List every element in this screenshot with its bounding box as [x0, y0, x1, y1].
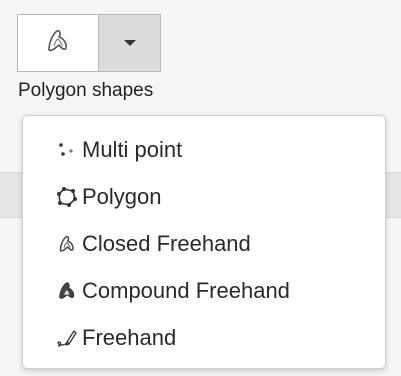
polygon-shapes-dropdown-toggle[interactable] — [98, 15, 160, 71]
menu-item-label: Freehand — [82, 324, 177, 350]
closed-freehand-icon — [56, 233, 78, 255]
multipoint-icon — [56, 139, 78, 161]
closed-freehand-icon — [43, 26, 73, 61]
polygon-shapes-menu: Multi point Polygon Closed Freehand Comp… — [22, 115, 386, 369]
caret-down-icon — [123, 40, 136, 46]
menu-item-label: Closed Freehand — [82, 230, 251, 256]
menu-item-compound-freehand[interactable]: Compound Freehand — [23, 267, 385, 314]
polygon-shapes-tool-button[interactable] — [18, 15, 98, 71]
polygon-shapes-split-button — [17, 14, 161, 72]
menu-item-closed-freehand[interactable]: Closed Freehand — [23, 220, 385, 267]
menu-item-label: Polygon — [82, 183, 162, 209]
menu-item-freehand[interactable]: Freehand — [23, 314, 385, 361]
polygon-icon — [56, 186, 78, 208]
freehand-icon — [56, 327, 78, 349]
menu-item-label: Compound Freehand — [82, 277, 290, 303]
tool-caption: Polygon shapes — [18, 80, 154, 101]
menu-item-label: Multi point — [82, 136, 183, 162]
compound-freehand-icon — [56, 280, 78, 302]
menu-item-polygon[interactable]: Polygon — [23, 173, 385, 220]
menu-item-multi-point[interactable]: Multi point — [23, 126, 385, 173]
